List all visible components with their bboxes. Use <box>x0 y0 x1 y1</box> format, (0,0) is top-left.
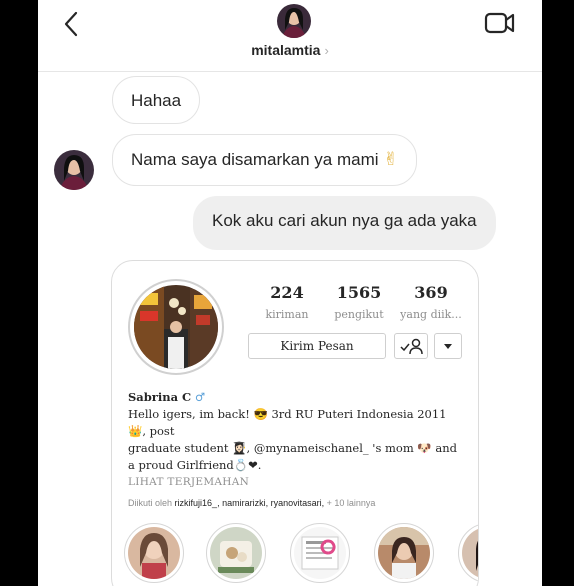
following-count: 369 <box>414 283 448 302</box>
followed-by-names: rizkifuji16_, namirarizki, ryanovitasari… <box>174 498 325 508</box>
followers-count: 1565 <box>336 283 382 302</box>
see-translation-link: LIHAT TERJEMAHAN <box>128 476 250 488</box>
message-bubble[interactable]: Nama saya disamarkan ya mami ✌ <box>112 134 418 186</box>
message-text: Nama saya disamarkan ya mami <box>131 150 379 169</box>
followers-stat: 1565 pengikut <box>324 283 394 321</box>
story-highlights <box>122 523 478 586</box>
profile-name: Sabrina C ♂ <box>128 389 468 406</box>
highlight-circle <box>124 523 184 583</box>
message-bubble-own[interactable]: Kok aku cari akun nya ga ada yaka <box>193 196 496 250</box>
profile-name-text: Sabrina C <box>128 390 192 404</box>
chat-header: mitalamtia › <box>38 0 542 72</box>
username-title[interactable]: mitalamtia › <box>38 42 542 58</box>
back-button[interactable] <box>60 10 84 38</box>
highlight-circle <box>374 523 434 583</box>
highlight-circle <box>290 523 350 583</box>
highlight-circle <box>206 523 266 583</box>
shared-image-message[interactable]: 224 kiriman 1565 pengikut 369 yang diik.… <box>111 260 479 586</box>
posts-stat: 224 kiriman <box>252 283 322 321</box>
message-bubble[interactable]: Hahaa <box>112 76 201 124</box>
following-stat: 369 yang diik... <box>396 283 466 321</box>
followed-by-more: + 10 lainnya <box>326 498 376 508</box>
video-call-button[interactable] <box>484 10 516 36</box>
followed-by-text: Diikuti oleh rizkifuji16_, namirarizki, … <box>128 495 468 512</box>
send-message-button: Kirim Pesan <box>248 333 386 359</box>
highlight-circle <box>458 523 478 583</box>
profile-bio: Sabrina C ♂ Hello igers, im back! 😎 3rd … <box>128 389 468 512</box>
profile-screenshot: 224 kiriman 1565 pengikut 369 yang diik.… <box>112 261 478 586</box>
followers-label: pengikut <box>334 308 384 321</box>
dm-thread-screen: mitalamtia › Hahaa Nama saya disamarkan y… <box>38 0 542 586</box>
header-avatar[interactable] <box>277 4 311 38</box>
person-check-icon <box>400 338 423 355</box>
message-text: Kok aku cari akun nya ga ada yaka <box>212 211 477 230</box>
video-call-icon <box>484 12 515 34</box>
baby-bottle-emoji: ♂ <box>191 390 206 404</box>
bio-line: Hello igers, im back! 😎 3rd RU Puteri In… <box>128 407 447 438</box>
following-button <box>394 333 428 359</box>
sender-avatar[interactable] <box>54 150 94 190</box>
more-options-button <box>434 333 462 359</box>
profile-picture <box>128 279 224 375</box>
posts-label: kiriman <box>265 308 309 321</box>
chevron-left-icon <box>64 11 78 37</box>
posts-count: 224 <box>270 283 304 302</box>
following-label: yang diik... <box>400 308 462 321</box>
bio-line: a proud Girlfriend💍❤. <box>128 458 262 472</box>
chevron-right-icon: › <box>324 43 329 58</box>
caret-down-icon <box>444 344 452 349</box>
bio-line: graduate student 👩🏻‍🎓, @mynameischanel_ … <box>128 441 457 455</box>
username-label: mitalamtia <box>251 42 321 58</box>
message-text: Hahaa <box>131 91 182 110</box>
followed-by-prefix: Diikuti oleh <box>128 498 173 508</box>
victory-hand-emoji: ✌ <box>383 149 399 169</box>
